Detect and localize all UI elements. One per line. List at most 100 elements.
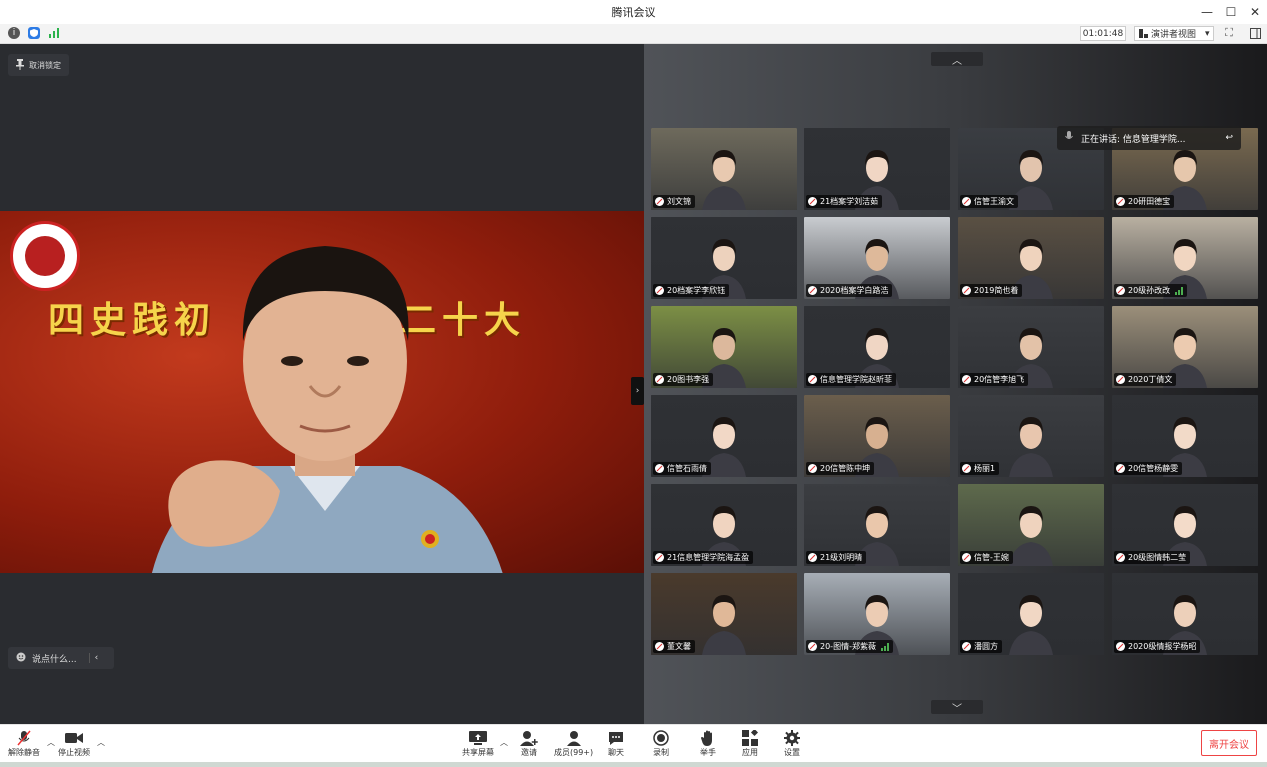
participant-avatar xyxy=(1009,506,1053,566)
participant-label: 20级图情韩二莹 xyxy=(1114,551,1191,564)
participant-tile[interactable]: 20信管李旭飞 xyxy=(958,306,1104,388)
window-controls: — ☐ ✕ xyxy=(1195,0,1267,24)
participant-avatar xyxy=(702,595,746,655)
participant-name: 20研田德宝 xyxy=(1128,197,1171,206)
main-video-area: 取消锁定 四史践初 二十大 › 说点什么... ‹ xyxy=(0,44,644,724)
view-selector[interactable]: 演讲者视图 ▾ xyxy=(1134,26,1214,41)
share-screen-button[interactable]: 共享屏幕 xyxy=(462,730,494,758)
settings-button[interactable]: 设置 xyxy=(783,730,801,758)
participant-tile[interactable]: 20档案学李欣钰 xyxy=(651,217,797,299)
stop-video-button[interactable]: 停止视频 xyxy=(58,730,90,758)
participant-tile[interactable]: 21信息管理学院海孟盈 xyxy=(651,484,797,566)
participant-tile[interactable]: 20级图情韩二莹 xyxy=(1112,484,1258,566)
participant-tile[interactable]: 21级刘明晴 xyxy=(804,484,950,566)
mic-muted-icon xyxy=(962,464,971,473)
participant-tile[interactable]: 刘文锦 xyxy=(651,128,797,210)
participant-avatar xyxy=(1009,417,1053,477)
chat-label: 聊天 xyxy=(608,748,624,757)
pin-icon xyxy=(16,58,24,72)
page-down-button[interactable]: ﹀ xyxy=(931,700,983,715)
participant-tile[interactable]: 20信管陈中坤 xyxy=(804,395,950,477)
signal-icon[interactable] xyxy=(48,27,60,39)
unmute-button[interactable]: 解除静音 xyxy=(8,730,40,758)
mic-muted-icon xyxy=(1116,375,1125,384)
participant-tile[interactable]: 杨丽1 xyxy=(958,395,1104,477)
participant-label: 2020丁倩文 xyxy=(1114,373,1177,386)
chat-input[interactable]: 说点什么... ‹ xyxy=(8,647,114,669)
participant-name: 21档案学刘洁茹 xyxy=(820,197,879,206)
share-screen-label: 共享屏幕 xyxy=(462,748,494,757)
mic-muted-icon xyxy=(1116,197,1125,206)
participant-name: 20图书李强 xyxy=(667,375,710,384)
mic-muted-icon xyxy=(808,553,817,562)
participant-label: 信息管理学院赵昕菲 xyxy=(806,373,896,386)
participant-label: 21信息管理学院海孟盈 xyxy=(653,551,754,564)
hand-icon xyxy=(699,730,717,746)
fullscreen-icon[interactable]: ⛶ xyxy=(1222,26,1236,40)
participant-label: 20信管陈中坤 xyxy=(806,462,875,475)
reply-icon[interactable]: ↩ xyxy=(1225,133,1233,143)
participant-name: 杨丽1 xyxy=(974,464,996,473)
participant-name: 20信管杨静雯 xyxy=(1128,464,1179,473)
invite-button[interactable]: 邀请 xyxy=(520,730,538,758)
participant-tile[interactable]: 2020丁倩文 xyxy=(1112,306,1258,388)
participant-tile[interactable]: 20图书李强 xyxy=(651,306,797,388)
speaker-video: 四史践初 二十大 xyxy=(0,211,644,573)
mic-muted-icon xyxy=(808,197,817,206)
audio-options-caret[interactable]: ︿ xyxy=(47,737,55,748)
members-button[interactable]: 成员(99+) xyxy=(554,730,593,758)
participant-tile[interactable]: 潘圆方 xyxy=(958,573,1104,655)
participant-tile[interactable]: 信管-王婉 xyxy=(958,484,1104,566)
participant-label: 20级孙改改 xyxy=(1114,284,1188,297)
mic-muted-icon xyxy=(15,730,33,746)
minimize-button[interactable]: — xyxy=(1195,0,1219,24)
participant-tile[interactable]: 2020级情报学杨昭 xyxy=(1112,573,1258,655)
signal-icon xyxy=(880,642,889,651)
sidebar-icon[interactable] xyxy=(1248,26,1262,40)
collapse-gallery-button[interactable]: › xyxy=(631,377,644,405)
record-label: 录制 xyxy=(653,748,669,757)
window-title: 腾讯会议 xyxy=(611,6,656,19)
raise-hand-button[interactable]: 举手 xyxy=(699,730,717,758)
chevron-left-icon[interactable]: ‹ xyxy=(88,653,98,663)
participant-tile[interactable]: 21档案学刘洁茹 xyxy=(804,128,950,210)
leave-meeting-button[interactable]: 离开会议 xyxy=(1201,730,1257,756)
participant-label: 2020档案学白路浩 xyxy=(806,284,893,297)
apps-label: 应用 xyxy=(742,748,758,757)
video-options-caret[interactable]: ︿ xyxy=(97,737,105,748)
participant-tile[interactable]: 信管石雨倩 xyxy=(651,395,797,477)
participant-tile[interactable]: 董文馨 xyxy=(651,573,797,655)
emoji-icon[interactable] xyxy=(16,652,26,665)
shield-icon[interactable] xyxy=(28,27,40,39)
participant-label: 董文馨 xyxy=(653,640,695,653)
participant-label: 杨丽1 xyxy=(960,462,1000,475)
unpin-button[interactable]: 取消锁定 xyxy=(8,54,69,76)
participant-name: 潘圆方 xyxy=(974,642,998,651)
maximize-button[interactable]: ☐ xyxy=(1219,0,1243,24)
mic-muted-icon xyxy=(1116,553,1125,562)
participant-tile[interactable]: 20信管杨静雯 xyxy=(1112,395,1258,477)
raise-hand-label: 举手 xyxy=(700,748,716,757)
page-up-button[interactable]: ︿ xyxy=(931,52,983,67)
share-options-caret[interactable]: ︿ xyxy=(500,737,508,748)
participant-label: 刘文锦 xyxy=(653,195,695,208)
participant-label: 信管-王婉 xyxy=(960,551,1013,564)
status-bar: i 01:01:48 演讲者视图 ▾ ⛶ xyxy=(0,24,1267,44)
close-button[interactable]: ✕ xyxy=(1243,0,1267,24)
participant-tile[interactable]: 2020档案学白路浩 xyxy=(804,217,950,299)
participant-name: 21级刘明晴 xyxy=(820,553,863,562)
taskbar-strip xyxy=(0,762,1267,767)
apps-button[interactable]: 应用 xyxy=(741,730,759,758)
participant-label: 20-图情-郑紫薇 xyxy=(806,640,893,653)
gallery-area: ︿ 刘文锦 21档案学刘洁茹 信管王渝文 20研田德宝 20档案学李欣钰 2020档案学白… xyxy=(644,44,1267,724)
record-button[interactable]: 录制 xyxy=(652,730,670,758)
mic-muted-icon xyxy=(1116,464,1125,473)
participant-name: 20级图情韩二莹 xyxy=(1128,553,1187,562)
participant-tile[interactable]: 20-图情-郑紫薇 xyxy=(804,573,950,655)
participant-tile[interactable]: 信息管理学院赵昕菲 xyxy=(804,306,950,388)
participant-tile[interactable]: 2019简也着 xyxy=(958,217,1104,299)
chat-button[interactable]: 聊天 xyxy=(607,730,625,758)
participant-tile[interactable]: 20级孙改改 xyxy=(1112,217,1258,299)
participant-name: 2020档案学白路浩 xyxy=(820,286,889,295)
info-icon[interactable]: i xyxy=(8,27,20,39)
